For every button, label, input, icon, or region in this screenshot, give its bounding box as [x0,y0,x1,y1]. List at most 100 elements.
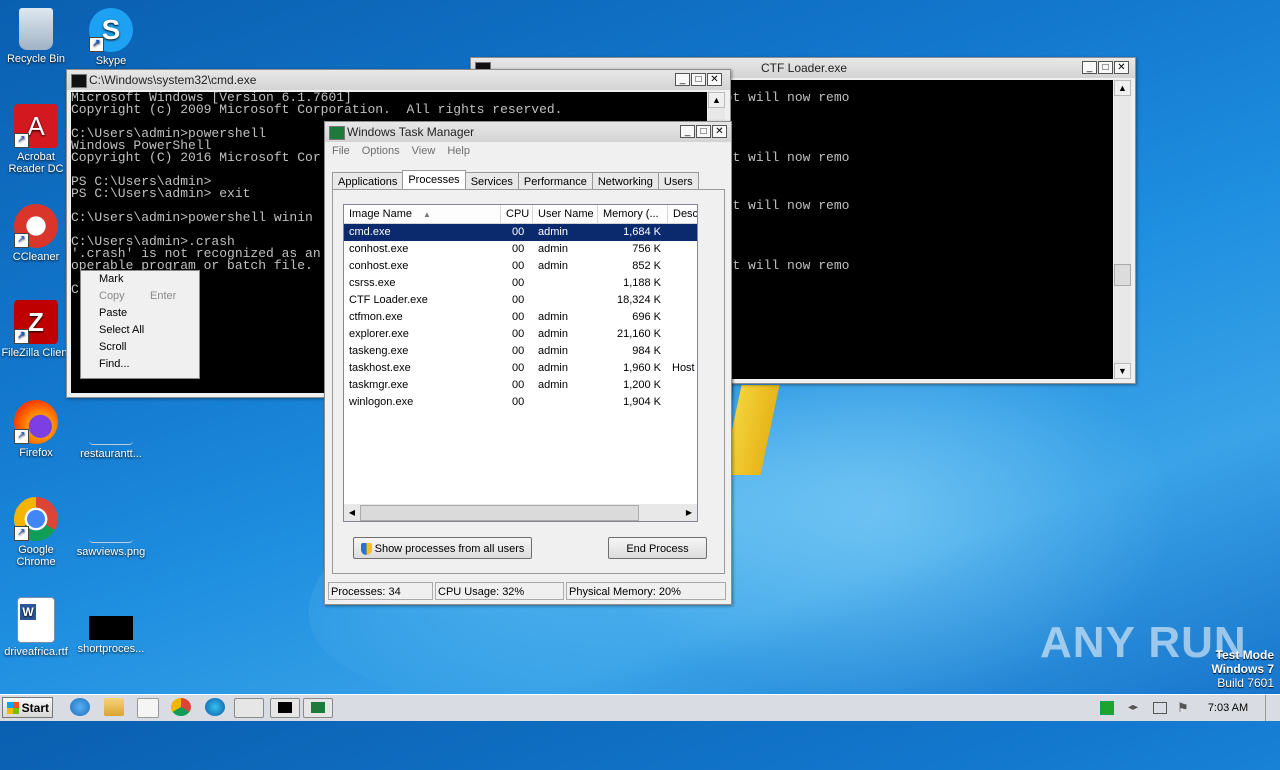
menu-bar[interactable]: File Options View Help [325,142,731,160]
tray-icon[interactable]: ◂▸ [1128,702,1138,713]
process-row[interactable]: ctfmon.exe 00 admin 696 K [344,309,697,326]
start-label: Start [21,701,49,715]
column-image-name[interactable]: Image Name ▲ [344,205,501,223]
process-row[interactable]: winlogon.exe 00 1,904 K [344,394,697,411]
horizontal-scrollbar[interactable]: ◀ ▶ [344,504,697,521]
process-name: winlogon.exe [349,396,414,408]
file-icon [89,410,133,445]
desktop-icon-driveafrica[interactable]: W driveafrica.rtf [1,597,71,658]
tab-processes[interactable]: Processes [402,170,466,191]
task-manager-titlebar[interactable]: Windows Task Manager _ □ ✕ [325,122,731,142]
process-row[interactable]: taskmgr.exe 00 admin 1,200 K [344,377,697,394]
menu-item-label: Paste [99,307,128,319]
taskbar-window-button[interactable] [234,698,264,718]
tab-strip[interactable]: Applications Processes Services Performance… [332,170,699,191]
status-cpu-usage: CPU Usage: 32% [435,582,564,600]
minimize-button[interactable]: _ [675,73,690,86]
desktop-icon-shortprocess[interactable]: shortproces... [76,606,146,655]
internet-explorer-icon[interactable] [70,698,90,716]
process-row[interactable]: conhost.exe 00 admin 852 K [344,258,697,275]
menu-file[interactable]: File [332,145,350,157]
process-list[interactable]: Image Name ▲ CPU User Name Memory (... D… [343,204,698,522]
chrome-taskbar-icon[interactable] [171,698,191,716]
context-menu-item[interactable]: Scroll [81,339,199,356]
scroll-up-arrow[interactable]: ▲ [1114,80,1131,96]
scroll-up-arrow[interactable]: ▲ [708,92,725,108]
network-icon[interactable] [1100,701,1114,715]
column-description[interactable]: Desc [668,205,697,223]
close-button[interactable]: ✕ [1114,61,1129,74]
test-mode-line: Windows 7 [1211,662,1274,676]
process-row[interactable]: taskeng.exe 00 admin 984 K [344,343,697,360]
menu-view[interactable]: View [412,145,436,157]
show-all-processes-button[interactable]: Show processes from all users [353,537,532,559]
scroll-thumb[interactable] [1114,264,1131,286]
context-menu-item[interactable]: Find... [81,356,199,373]
scroll-right-arrow[interactable]: ▶ [681,504,697,521]
task-manager-taskbar-button[interactable] [303,698,333,718]
test-mode-label: Test Mode Windows 7 Build 7601 [1211,648,1274,690]
process-row[interactable]: explorer.exe 00 admin 21,160 K [344,326,697,343]
desktop-icon-chrome[interactable]: ↗ Google Chrome [1,497,71,568]
context-menu-item[interactable]: Paste [81,305,199,322]
process-row[interactable]: cmd.exe 00 admin 1,684 K [344,224,697,241]
close-button[interactable]: ✕ [707,73,722,86]
status-processes: Processes: 34 [328,582,433,600]
process-row[interactable]: taskhost.exe 00 admin 1,960 K Host [344,360,697,377]
desktop-icon-recycle-bin[interactable]: Recycle Bin [1,8,71,65]
maximize-button[interactable]: □ [696,125,711,138]
process-memory: 1,684 K [623,226,661,238]
process-memory: 21,160 K [616,328,661,340]
flag-icon[interactable]: ⚑ [1177,700,1189,716]
desktop-icon-skype[interactable]: S ↗ Skype [76,8,146,67]
context-menu-item[interactable]: Select All [81,322,199,339]
menu-options[interactable]: Options [362,145,400,157]
minimize-button[interactable]: _ [1082,61,1097,74]
desktop-icon-label: restaurantt... [80,448,142,460]
desktop-icon-firefox[interactable]: ↗ Firefox [1,400,71,459]
minimize-button[interactable]: _ [680,125,695,138]
process-row[interactable]: conhost.exe 00 admin 756 K [344,241,697,258]
desktop-icon-filezilla[interactable]: Z ↗ FileZilla Client [1,300,71,359]
vertical-scrollbar[interactable]: ▲ ▼ [1114,80,1131,379]
clock[interactable]: 7:03 AM [1203,695,1253,721]
status-physical-memory: Physical Memory: 20% [566,582,726,600]
process-memory: 1,904 K [623,396,661,408]
maximize-button[interactable]: □ [691,73,706,86]
desktop-icon-sawviews[interactable]: sawviews.png [76,508,146,558]
desktop-icon-label: Acrobat Reader DC [8,151,64,175]
process-row[interactable]: CTF Loader.exe 00 18,324 K [344,292,697,309]
process-row[interactable]: csrss.exe 00 1,188 K [344,275,697,292]
task-manager-window[interactable]: Windows Task Manager _ □ ✕ File Options Vi… [324,121,732,605]
menu-help[interactable]: Help [447,145,470,157]
scroll-left-arrow[interactable]: ◀ [344,504,360,521]
process-memory: 1,188 K [623,277,661,289]
close-button[interactable]: ✕ [712,125,727,138]
cmd-titlebar[interactable]: C:\Windows\system32\cmd.exe _ □ ✕ [67,70,730,90]
task-manager-icon [329,126,345,140]
desktop-icon-acrobat[interactable]: A ↗ Acrobat Reader DC [1,104,71,175]
column-memory[interactable]: Memory (... [598,205,668,223]
context-menu-item[interactable]: Mark [81,271,199,288]
cmd-taskbar-button[interactable] [270,698,300,718]
desktop-icon-label: Firefox [19,447,53,459]
system-tray: ◂▸ ⚑ [1095,699,1199,717]
desktop-icon-ccleaner[interactable]: ↗ CCleaner [1,204,71,263]
media-player-icon[interactable] [137,698,159,718]
scroll-thumb[interactable] [360,505,639,521]
show-desktop-button[interactable] [1265,695,1280,721]
edge-icon[interactable] [205,698,225,716]
console-context-menu[interactable]: Mark Copy Enter Paste Select All Scroll Find..… [80,270,200,379]
start-button[interactable]: Start [2,697,53,718]
desktop-icon-restaurant[interactable]: restaurantt... [76,410,146,460]
column-cpu[interactable]: CPU [501,205,533,223]
end-process-button[interactable]: End Process [608,537,707,559]
context-menu-item: Copy Enter [81,288,199,305]
desktop-icon-label: FileZilla Client [1,347,71,359]
file-explorer-icon[interactable] [104,698,124,716]
scroll-down-arrow[interactable]: ▼ [1114,363,1131,379]
test-mode-line: Build 7601 [1217,676,1274,690]
display-icon[interactable] [1153,702,1167,714]
maximize-button[interactable]: □ [1098,61,1113,74]
column-user-name[interactable]: User Name [533,205,598,223]
